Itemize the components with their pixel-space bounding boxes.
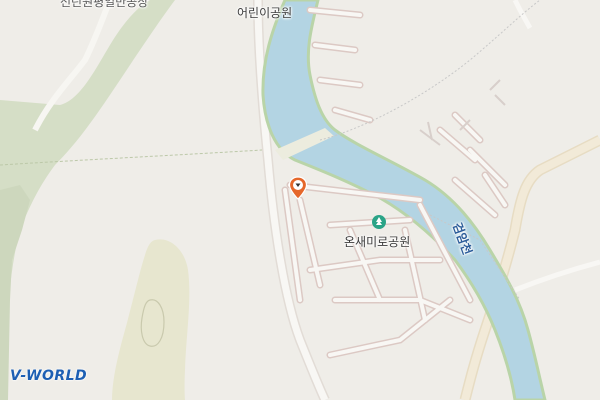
park-icon[interactable] (371, 214, 387, 230)
place-label-onsaemiro-park[interactable]: 온새미로공원 (344, 233, 410, 250)
road-right-branch (514, 259, 600, 293)
map-view[interactable]: 선린원평일반공장 어린이공원 온새미로공원 검암천 V-WORLD (0, 0, 600, 400)
map-canvas[interactable] (0, 0, 600, 400)
place-label-childrens-park[interactable]: 어린이공원 (237, 4, 292, 21)
green-area-hill (112, 239, 190, 400)
map-pin-icon[interactable] (288, 176, 308, 200)
place-label-partial[interactable]: 선린원평일반공장 (60, 0, 148, 10)
vworld-logo: V-WORLD (10, 368, 88, 384)
